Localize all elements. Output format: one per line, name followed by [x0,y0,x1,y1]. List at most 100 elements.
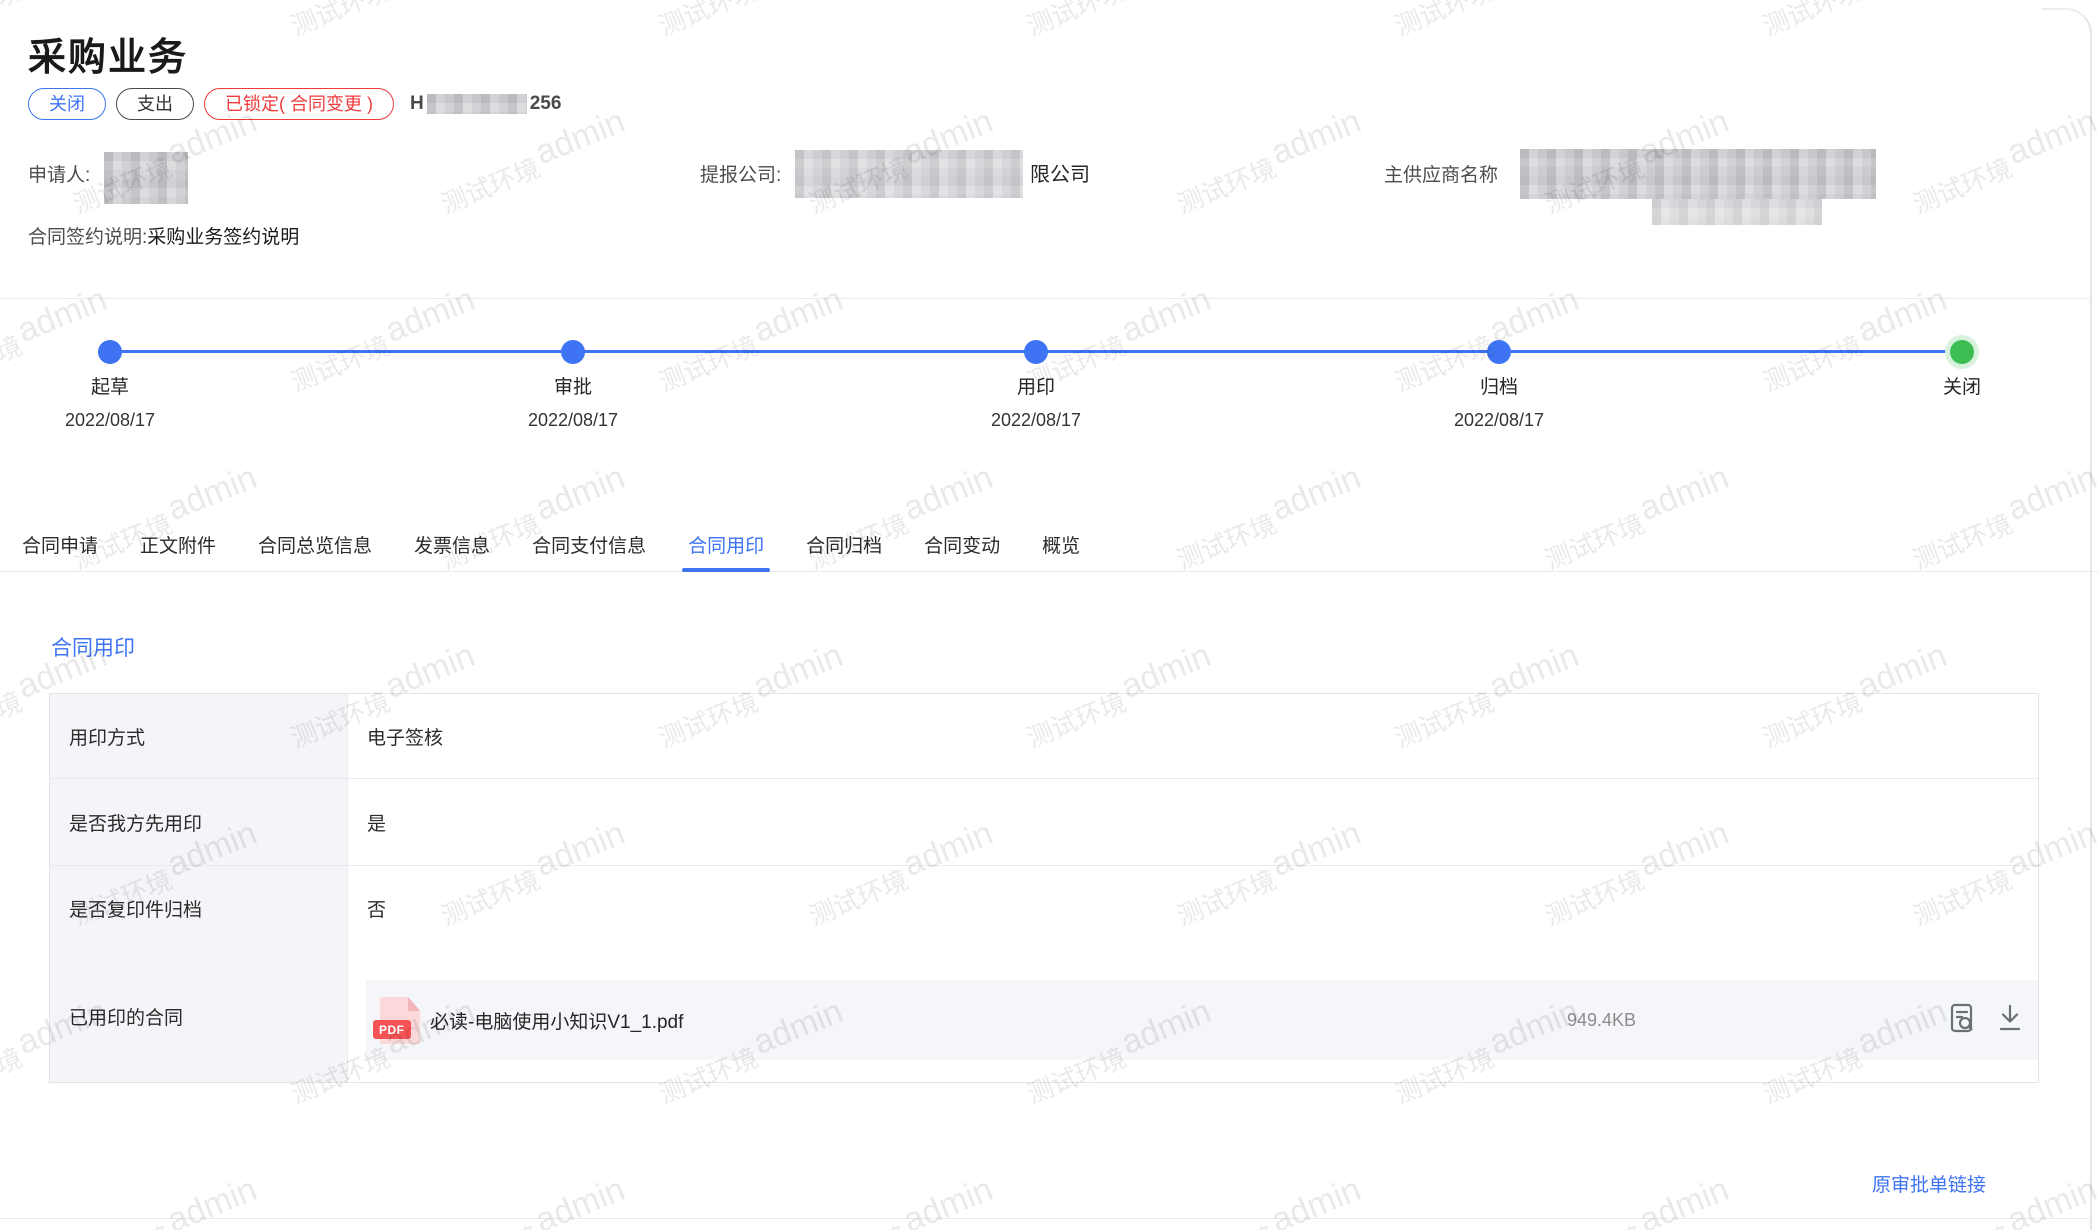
watermark-text: admin [1852,280,1952,351]
attachment-size: 949.4KB [1567,980,1636,1060]
applicant-label: 申请人: [28,160,90,187]
bottom-divider [0,1218,2092,1219]
procurement-contract-page: 采购业务 关闭支出已锁定( 合同变更 ) H 256 申请人: 提报公司: 限公… [0,0,2098,1230]
supplier-label: 主供应商名称 [1384,160,1498,187]
watermark-text: 测试环境 [1389,0,1499,43]
table-row: 是否复印件归档否 [50,866,2038,951]
timeline-step: 起草 2022/08/17 [0,372,220,431]
timeline-step: 关闭 [1852,372,2072,399]
download-icon[interactable] [1995,1002,2025,1034]
watermark-text: admin [1266,102,1366,173]
panel-corner [2042,8,2092,58]
watermark-text: 测试环境 [1757,0,1867,43]
timeline-step: 用印 2022/08/17 [926,372,1146,431]
timeline-step-name: 审批 [463,372,683,399]
watermark-text: 测试环境 [285,326,395,399]
header-divider [0,298,2092,299]
timeline-step-name: 关闭 [1852,372,2072,399]
row-label: 用印方式 [50,694,348,778]
row-value: 否 [348,866,2038,951]
tab-item[interactable]: 发票信息 [412,517,492,571]
sign-note: 合同签约说明:采购业务签约说明 [28,222,299,249]
timeline-dot-current [1950,340,1974,364]
section-title: 合同用印 [51,632,135,662]
row-label: 是否复印件归档 [50,866,348,951]
tab-item[interactable]: 概览 [1040,517,1082,571]
pdf-icon-tag: PDF [373,1020,411,1039]
watermark-text: 测试环境 [1907,148,2017,221]
original-approval-link[interactable]: 原审批单链接 [1872,1170,1986,1197]
timeline-dot-done [1024,340,1048,364]
watermark-text: admin [530,1170,630,1230]
watermark-text: admin [12,280,112,351]
status-badge: 支出 [116,88,194,120]
tab-item[interactable]: 合同申请 [20,517,100,571]
tab-item-active[interactable]: 合同用印 [686,517,766,571]
status-badge: 已锁定( 合同变更 ) [204,88,394,120]
timeline-step-date: 2022/08/17 [463,410,683,431]
timeline-step-date: 2022/08/17 [926,410,1146,431]
watermark-text: admin [898,1170,998,1230]
watermark-text: admin [748,280,848,351]
watermark-text: 测试环境 [0,0,27,43]
redacted-applicant-name [104,152,188,204]
attachment-item: PDF 必读-电脑使用小知识V1_1.pdf 949.4KB [366,980,2038,1060]
row-value-cell: PDF 必读-电脑使用小知识V1_1.pdf 949.4KB [348,951,2038,1082]
timeline-dot-done [561,340,585,364]
timeline-step-name: 归档 [1389,372,1609,399]
table-row: 用印方式电子签核 [50,694,2038,779]
sign-note-label: 合同签约说明: [28,227,147,248]
tab-item[interactable]: 合同总览信息 [256,517,374,571]
timeline-step-date: 2022/08/17 [1389,410,1609,431]
timeline-dot-done [1487,340,1511,364]
watermark-text: admin [1266,1170,1366,1230]
timeline-step: 审批 2022/08/17 [463,372,683,431]
timeline-step-name: 起草 [0,372,220,399]
redacted-contract-number [427,94,527,114]
preview-icon[interactable] [1948,1002,1978,1034]
tab-item[interactable]: 合同归档 [804,517,884,571]
redacted-supplier-name-2 [1652,199,1822,225]
page-title: 采购业务 [28,26,188,81]
row-value: 电子签核 [348,694,2038,778]
watermark-text: 测试环境 [1757,326,1867,399]
watermark-text: 测试环境 [1171,148,1281,221]
pdf-icon: PDF [380,997,420,1044]
timeline-step-date: 2022/08/17 [0,410,220,431]
attachment-name: 必读-电脑使用小知识V1_1.pdf [430,980,683,1060]
sign-note-value: 采购业务签约说明 [147,227,299,248]
watermark-text: 测试环境 [435,148,545,221]
timeline-step: 归档 2022/08/17 [1389,372,1609,431]
redacted-supplier-name [1520,149,1876,199]
table-row: 已用印的合同 PDF 必读-电脑使用小知识V1_1.pdf 949.4KB [50,951,2038,1082]
contract-seal-table: 用印方式电子签核是否我方先用印是是否复印件归档否 已用印的合同 PDF 必读-电… [49,693,2039,1083]
table-row: 是否我方先用印是 [50,779,2038,866]
status-badge: 关闭 [28,88,106,120]
status-badges: 关闭支出已锁定( 合同变更 ) H 256 [28,88,561,120]
tab-item[interactable]: 合同变动 [922,517,1002,571]
tab-item[interactable]: 合同支付信息 [530,517,648,571]
timeline-dot-done [98,340,122,364]
watermark-text: admin [2002,102,2098,173]
contract-number-suffix: 256 [530,93,562,115]
watermark-text: 测试环境 [0,1038,27,1111]
tab-bar: 合同申请正文附件合同总览信息发票信息合同支付信息合同用印合同归档合同变动概览 [0,517,2098,572]
watermark-text: 测试环境 [0,682,27,755]
watermark-text: admin [1116,280,1216,351]
watermark-text: admin [162,1170,262,1230]
timeline-step-name: 用印 [926,372,1146,399]
panel-right-edge [2090,30,2092,1230]
contract-number-prefix: H [410,93,424,115]
watermark-text: admin [1634,1170,1734,1230]
contract-number: H 256 [410,93,561,115]
tab-item[interactable]: 正文附件 [138,517,218,571]
row-value: 是 [348,779,2038,865]
watermark-text: 测试环境 [653,0,763,43]
watermark-text: 测试环境 [1021,0,1131,43]
watermark-text: admin [380,280,480,351]
company-name-suffix: 限公司 [1030,158,1090,187]
row-label: 是否我方先用印 [50,779,348,865]
watermark-text: admin [2002,1170,2098,1230]
row-label: 已用印的合同 [50,951,348,1082]
company-label: 提报公司: [700,160,781,187]
